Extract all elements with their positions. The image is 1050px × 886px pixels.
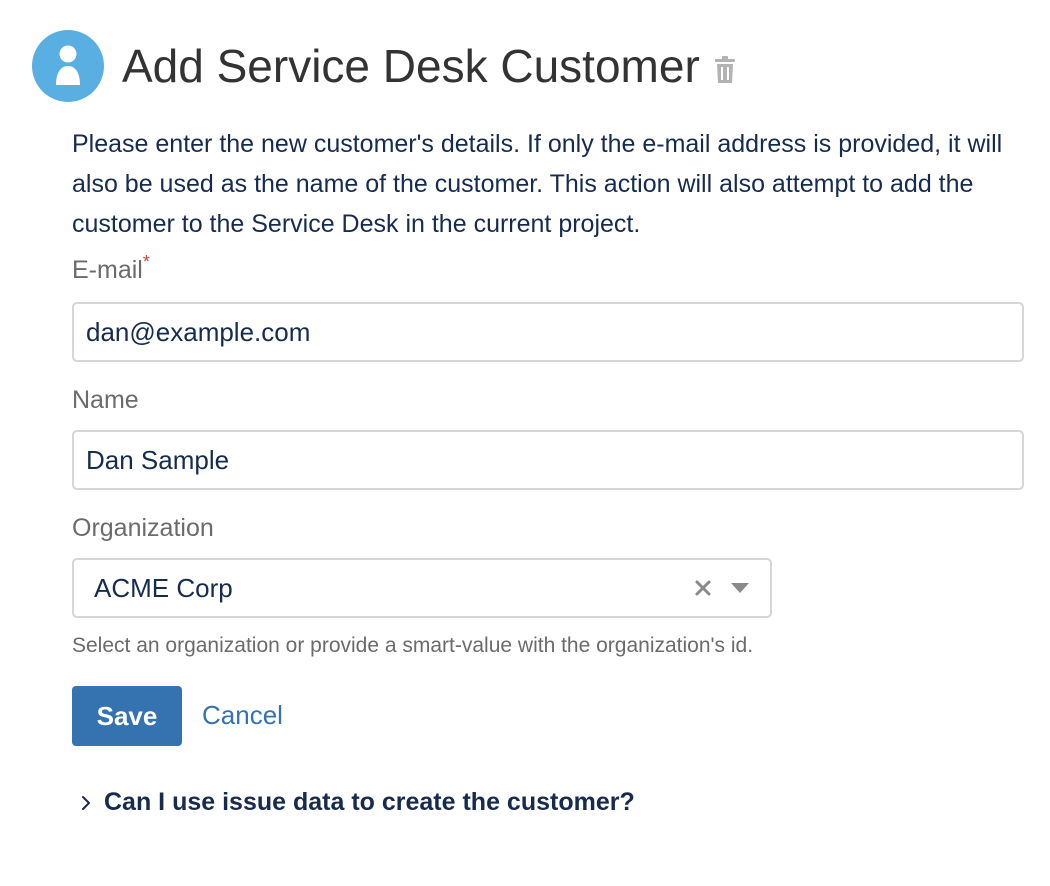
chevron-down-icon[interactable] bbox=[730, 582, 750, 594]
chevron-right-icon bbox=[80, 795, 92, 811]
required-marker: * bbox=[142, 252, 150, 272]
email-label: E-mail* bbox=[72, 252, 150, 285]
page-header: Add Service Desk Customer bbox=[32, 30, 736, 102]
email-label-text: E-mail bbox=[72, 256, 143, 284]
page-title: Add Service Desk Customer bbox=[122, 40, 700, 92]
trash-icon[interactable] bbox=[714, 56, 736, 84]
email-input[interactable] bbox=[72, 302, 1024, 362]
organization-help-text: Select an organization or provide a smar… bbox=[72, 634, 754, 657]
name-input[interactable] bbox=[72, 430, 1024, 490]
issue-data-expander[interactable]: Can I use issue data to create the custo… bbox=[80, 788, 635, 817]
form-description: Please enter the new customer's details.… bbox=[72, 130, 1003, 238]
expander-label: Can I use issue data to create the custo… bbox=[104, 788, 635, 816]
clear-icon[interactable] bbox=[694, 579, 712, 597]
add-customer-page: Add Service Desk Customer Please enter t… bbox=[0, 0, 1050, 886]
organization-selected-value: ACME Corp bbox=[94, 572, 233, 603]
save-button[interactable]: Save bbox=[72, 686, 182, 746]
organization-select[interactable]: ACME Corp bbox=[72, 558, 772, 618]
cancel-link[interactable]: Cancel bbox=[202, 700, 283, 731]
user-avatar-icon bbox=[32, 30, 104, 102]
name-label: Name bbox=[72, 386, 139, 414]
organization-label: Organization bbox=[72, 514, 214, 542]
